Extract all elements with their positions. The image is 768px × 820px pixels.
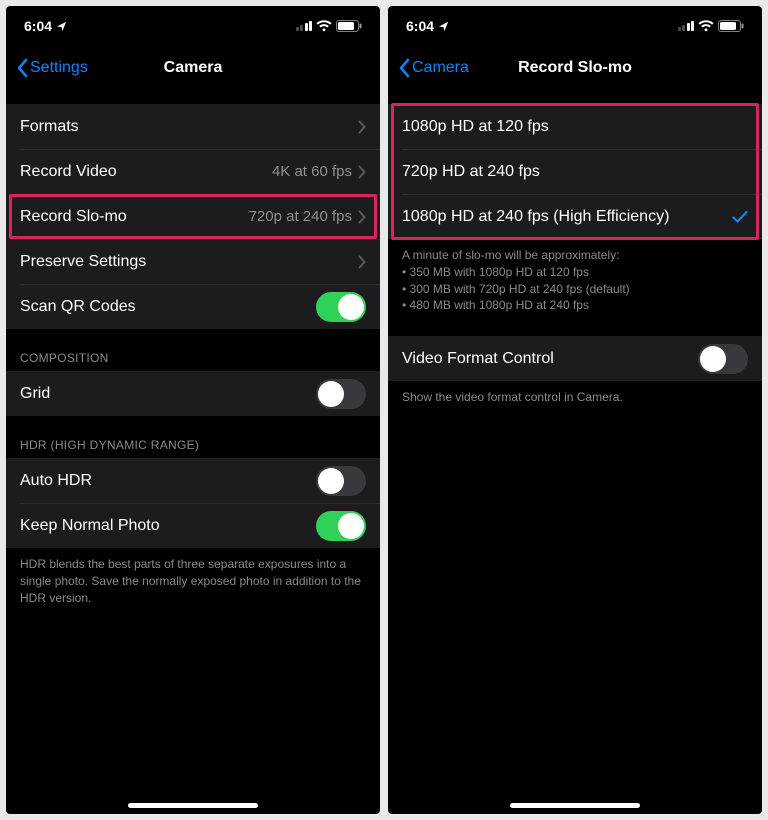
row-label: 1080p HD at 240 fps (High Efficiency) (402, 208, 732, 226)
back-label: Settings (30, 59, 88, 77)
option-1080p-240[interactable]: 1080p HD at 240 fps (High Efficiency) (388, 194, 762, 239)
content: 1080p HD at 120 fps 720p HD at 240 fps 1… (388, 90, 762, 814)
checkmark-icon (732, 210, 748, 224)
row-scan-qr: Scan QR Codes (6, 284, 380, 329)
back-button[interactable]: Settings (16, 58, 88, 78)
nav-bar: Camera Record Slo-mo (388, 46, 762, 90)
footer-line: • 480 MB with 1080p HD at 240 fps (402, 297, 748, 314)
keep-normal-photo-toggle[interactable] (316, 511, 366, 541)
wifi-icon (316, 20, 332, 32)
phone-right: 6:04 Camera Record Slo-mo (388, 6, 762, 814)
group-header-hdr: HDR (HIGH DYNAMIC RANGE) (6, 438, 380, 458)
row-value: 4K at 60 fps (272, 163, 352, 180)
footer-line: • 300 MB with 720p HD at 240 fps (defaul… (402, 281, 748, 298)
row-label: Grid (20, 385, 316, 403)
status-bar: 6:04 (388, 6, 762, 46)
status-bar: 6:04 (6, 6, 380, 46)
slomo-footer: A minute of slo-mo will be approximately… (388, 239, 762, 314)
row-label: Auto HDR (20, 472, 316, 490)
row-record-video[interactable]: Record Video 4K at 60 fps (6, 149, 380, 194)
row-label: 720p HD at 240 fps (402, 163, 748, 181)
row-grid: Grid (6, 371, 380, 416)
cellular-signal-icon (678, 21, 695, 31)
row-formats[interactable]: Formats (6, 104, 380, 149)
scan-qr-toggle[interactable] (316, 292, 366, 322)
home-indicator[interactable] (128, 803, 258, 808)
option-1080p-120[interactable]: 1080p HD at 120 fps (388, 104, 762, 149)
back-button[interactable]: Camera (398, 58, 469, 78)
auto-hdr-toggle[interactable] (316, 466, 366, 496)
status-time: 6:04 (24, 18, 52, 34)
row-preserve-settings[interactable]: Preserve Settings (6, 239, 380, 284)
battery-icon (718, 20, 744, 32)
wifi-icon (698, 20, 714, 32)
row-label: Formats (20, 118, 358, 136)
row-label: Keep Normal Photo (20, 517, 316, 535)
hdr-footer-text: HDR blends the best parts of three separ… (6, 548, 380, 606)
vfc-footer: Show the video format control in Camera. (388, 381, 762, 406)
row-auto-hdr: Auto HDR (6, 458, 380, 503)
status-time: 6:04 (406, 18, 434, 34)
chevron-right-icon (358, 165, 366, 179)
row-label: Record Video (20, 163, 272, 181)
row-label: Preserve Settings (20, 253, 358, 271)
back-label: Camera (412, 59, 469, 77)
option-720p-240[interactable]: 720p HD at 240 fps (388, 149, 762, 194)
footer-intro: A minute of slo-mo will be approximately… (402, 247, 748, 264)
footer-line: • 350 MB with 1080p HD at 120 fps (402, 264, 748, 281)
row-keep-normal-photo: Keep Normal Photo (6, 503, 380, 548)
battery-icon (336, 20, 362, 32)
chevron-right-icon (358, 210, 366, 224)
row-label: Scan QR Codes (20, 298, 316, 316)
row-label: 1080p HD at 120 fps (402, 118, 748, 136)
chevron-right-icon (358, 120, 366, 134)
row-video-format-control: Video Format Control (388, 336, 762, 381)
home-indicator[interactable] (510, 803, 640, 808)
location-icon (438, 21, 449, 32)
group-header-composition: COMPOSITION (6, 351, 380, 371)
content: Formats Record Video 4K at 60 fps Record… (6, 90, 380, 814)
video-format-control-toggle[interactable] (698, 344, 748, 374)
chevron-right-icon (358, 255, 366, 269)
row-record-slomo[interactable]: Record Slo-mo 720p at 240 fps (6, 194, 380, 239)
row-label: Record Slo-mo (20, 208, 249, 226)
cellular-signal-icon (296, 21, 313, 31)
row-label: Video Format Control (402, 350, 698, 368)
row-value: 720p at 240 fps (249, 208, 352, 225)
phone-left: 6:04 Settings Camera (6, 6, 380, 814)
nav-bar: Settings Camera (6, 46, 380, 90)
grid-toggle[interactable] (316, 379, 366, 409)
location-icon (56, 21, 67, 32)
